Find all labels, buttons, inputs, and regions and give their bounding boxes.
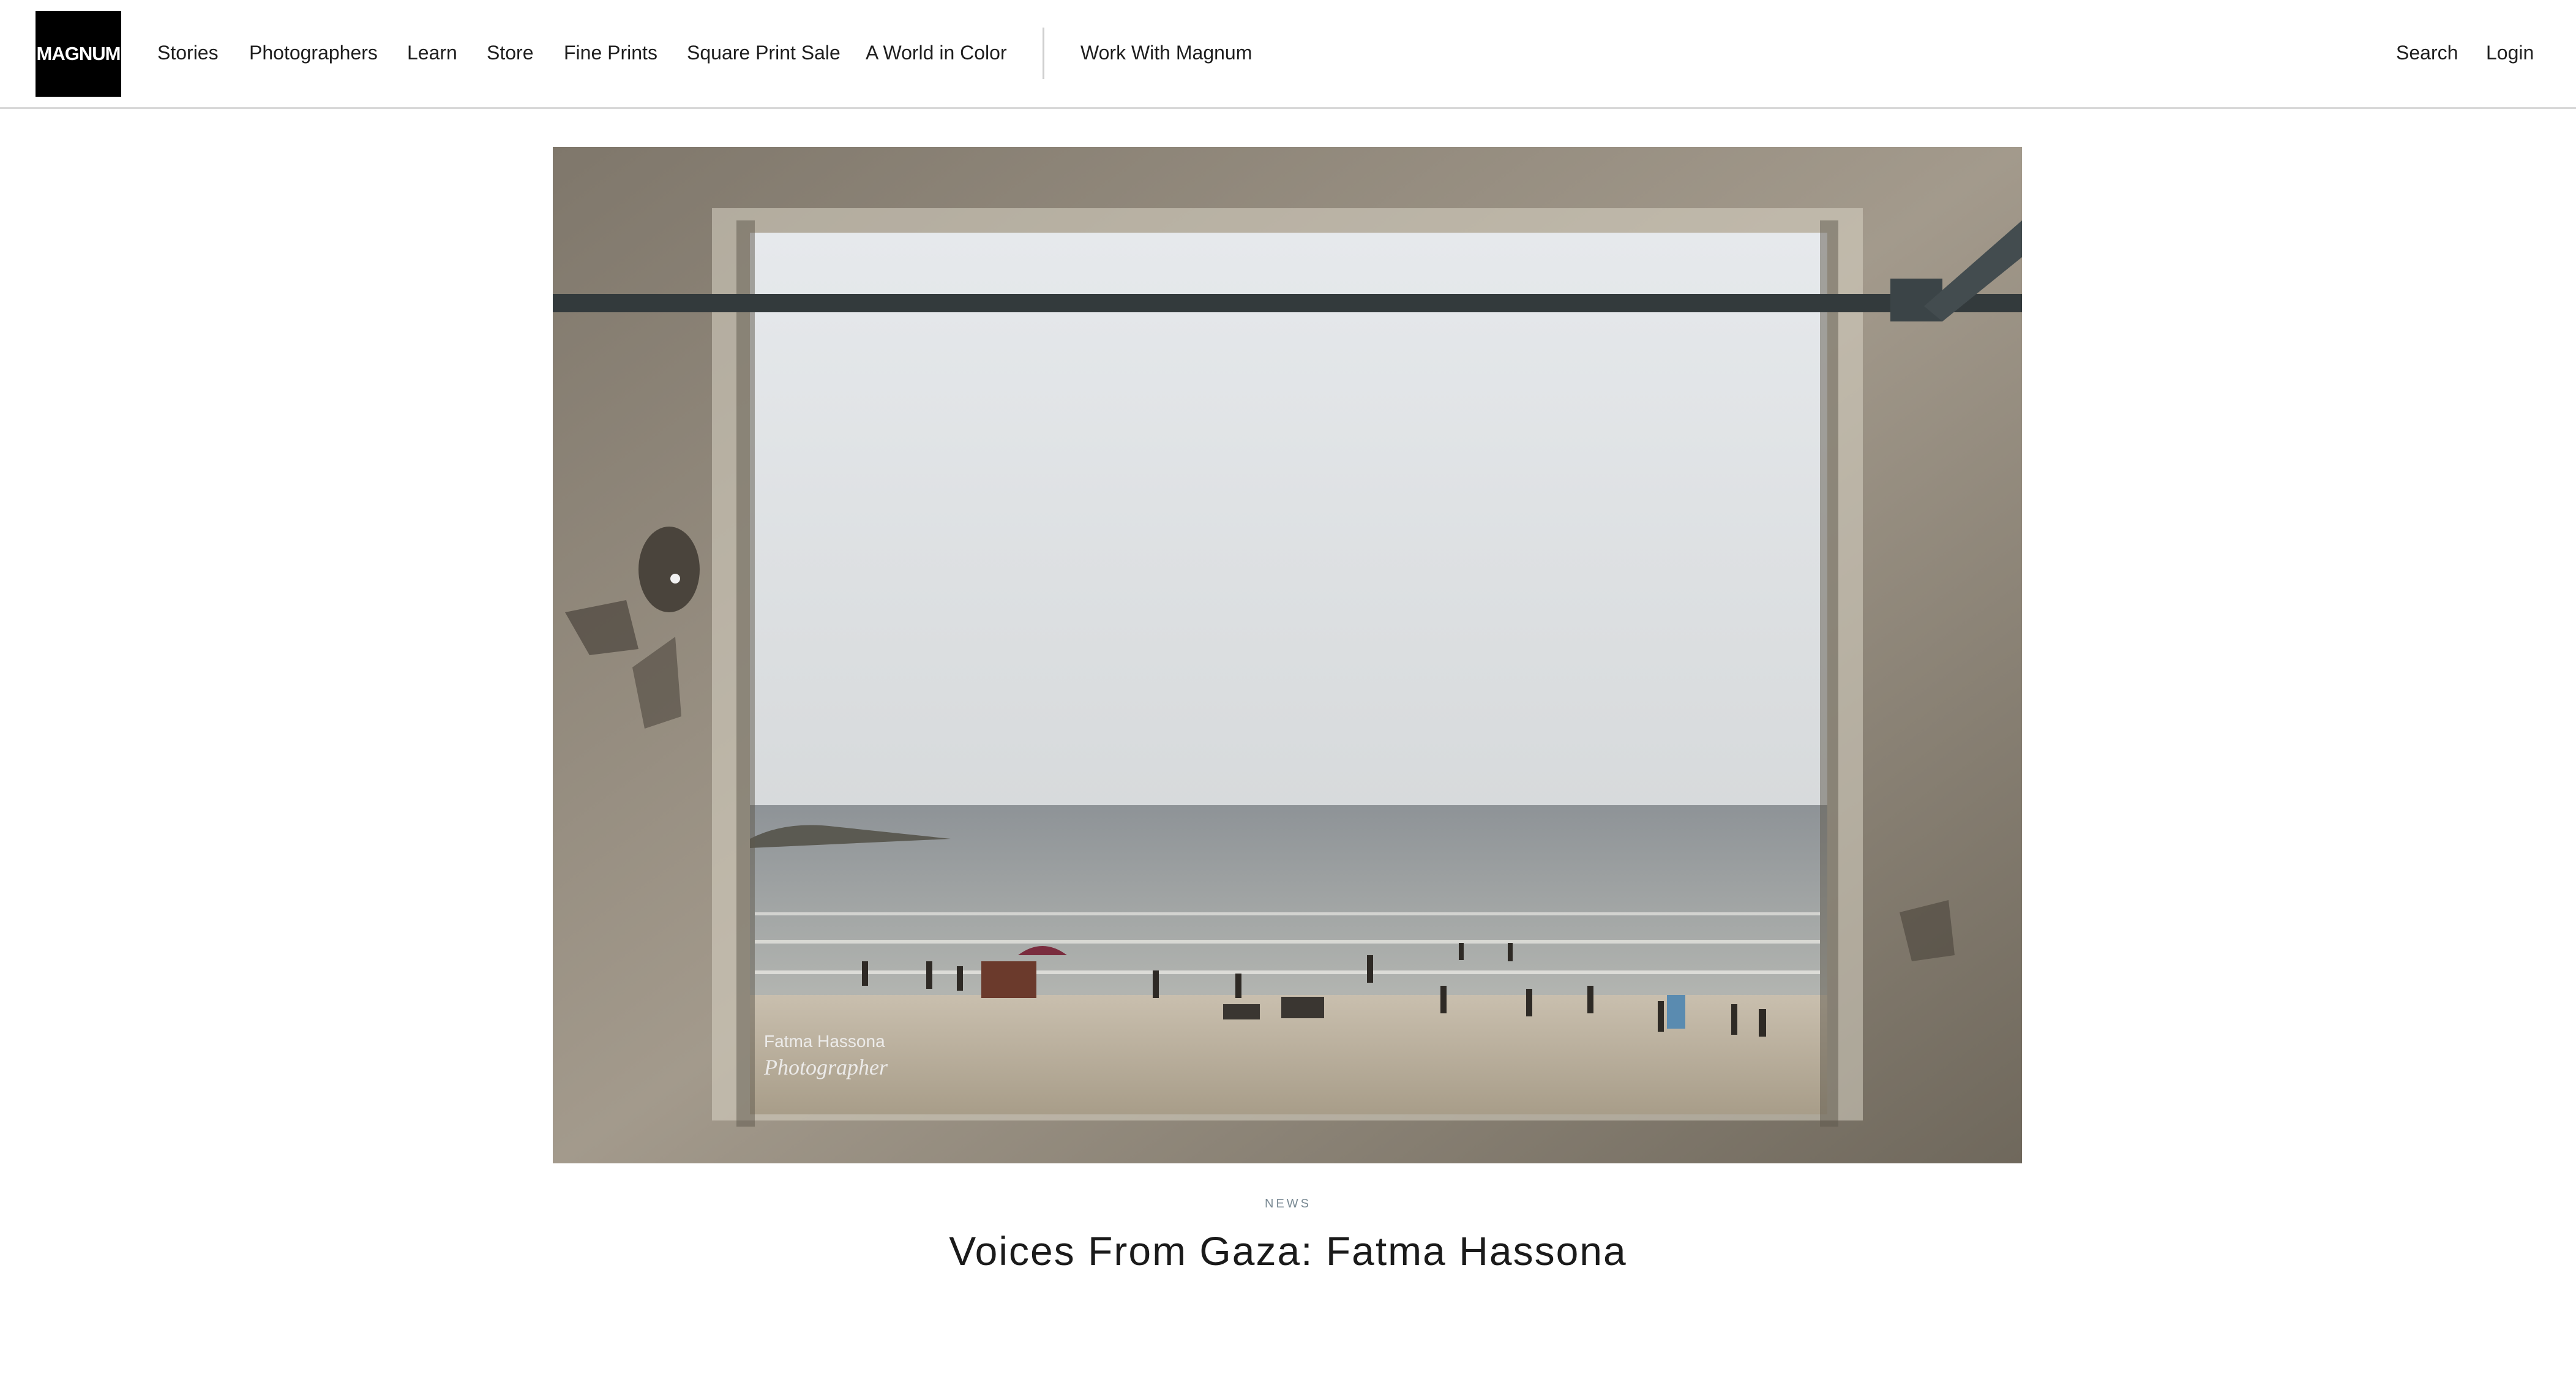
nav-fine-prints[interactable]: Fine Prints <box>564 39 657 66</box>
nav-square-print-sale[interactable]: Square Print Sale <box>687 39 841 66</box>
nav-divider <box>1043 28 1044 79</box>
article-title: Voices From Gaza: Fatma Hassona <box>949 1228 1627 1274</box>
nav-store[interactable]: Store <box>487 39 533 66</box>
login-link[interactable]: Login <box>2486 39 2534 66</box>
hero-photo-image: Fatma Hassona Photographer <box>553 147 2022 1163</box>
hero-photo[interactable]: Fatma Hassona Photographer <box>553 147 2022 1163</box>
nav-photographers[interactable]: Photographers <box>249 39 378 66</box>
site-header: MAGNUM Stories Photographers Learn Store… <box>0 0 2576 109</box>
nav-a-world-in-color[interactable]: A World in Color <box>866 39 1007 66</box>
search-link[interactable]: Search <box>2396 39 2458 66</box>
magnum-logo[interactable]: MAGNUM <box>36 11 121 97</box>
nav-learn[interactable]: Learn <box>407 39 457 66</box>
photo-watermark-name: Fatma Hassona <box>764 1032 885 1051</box>
article-category[interactable]: NEWS <box>0 1197 2576 1211</box>
nav-stories[interactable]: Stories <box>157 39 219 66</box>
photo-watermark-subtitle: Photographer <box>763 1055 888 1079</box>
nav-work-with-magnum[interactable]: Work With Magnum <box>1080 39 1252 66</box>
